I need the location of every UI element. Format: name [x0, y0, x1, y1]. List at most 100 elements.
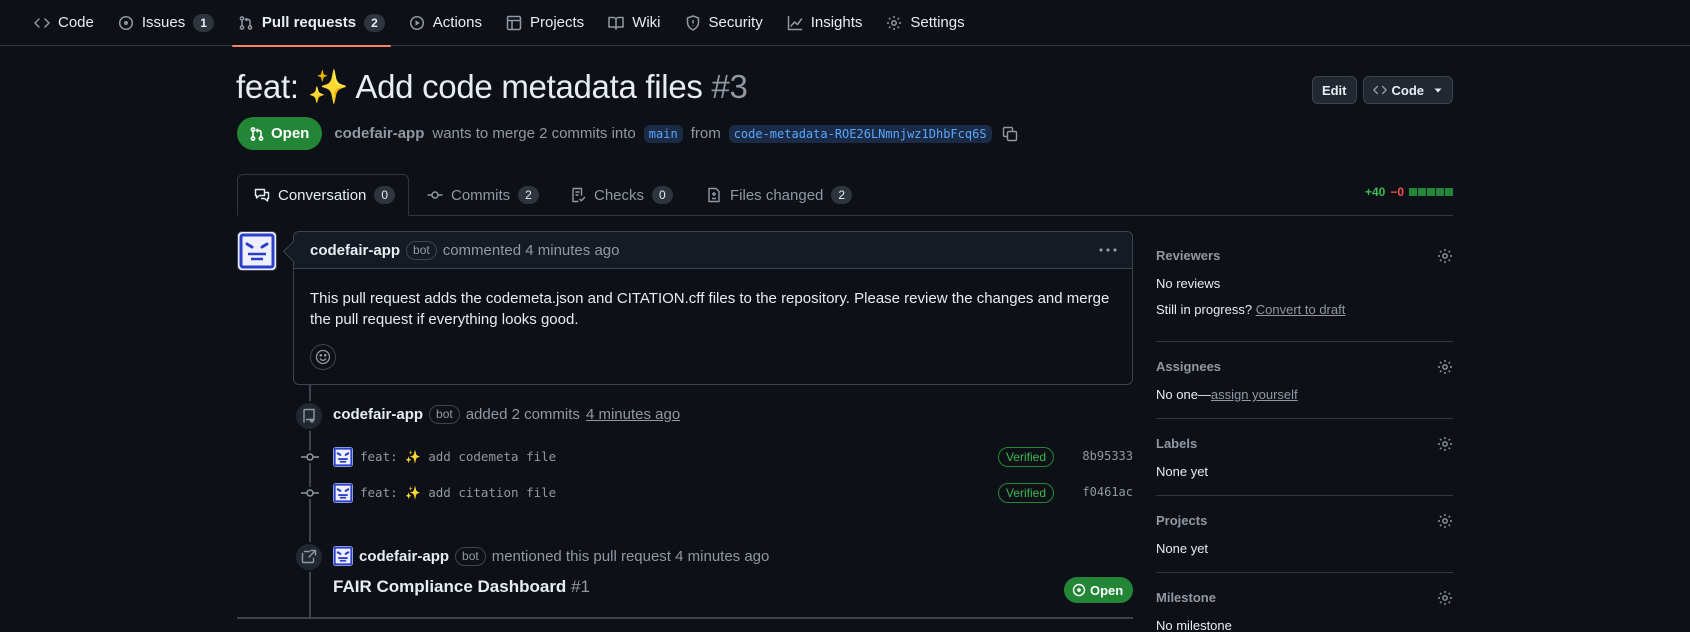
gear-icon[interactable] — [1437, 590, 1453, 606]
comment-action[interactable]: commented 4 minutes ago — [443, 242, 620, 259]
file-diff-icon — [706, 187, 722, 203]
avatar[interactable] — [333, 546, 353, 566]
checklist-icon — [570, 187, 586, 203]
bot-badge: bot — [406, 240, 437, 260]
nav-projects[interactable]: Projects — [494, 0, 596, 46]
nav-code-label: Code — [58, 14, 94, 31]
tab-checks-count: 0 — [652, 186, 673, 204]
comment-header: codefair-app bot commented 4 minutes ago — [294, 232, 1132, 269]
kebab-horizontal-icon[interactable] — [1098, 238, 1118, 262]
sidebar-reviewers-heading[interactable]: Reviewers — [1156, 246, 1453, 266]
git-pull-request-icon — [238, 15, 254, 31]
commit-sha[interactable]: 8b95333 — [1082, 449, 1133, 463]
nav-actions[interactable]: Actions — [397, 0, 494, 46]
shield-icon — [685, 14, 701, 31]
tab-files-changed-label: Files changed — [730, 186, 824, 204]
timeline-divider — [237, 617, 1133, 619]
avatar[interactable] — [333, 483, 353, 503]
pr-title-text: feat: ✨ Add code metadata files — [236, 68, 703, 105]
nav-pull-requests[interactable]: Pull requests 2 — [226, 0, 397, 47]
diffstat-block — [1418, 188, 1426, 196]
issue-opened-icon — [1072, 583, 1086, 597]
code-button[interactable]: Code — [1362, 76, 1453, 104]
avatar[interactable] — [333, 447, 353, 467]
sidebar-milestone-value: No milestone — [1156, 618, 1232, 632]
sidebar-draft-row: Still in progress? Convert to draft — [1156, 301, 1453, 318]
referenced-issue-title[interactable]: FAIR Compliance Dashboard #1 — [333, 577, 590, 597]
sidebar-milestone-heading[interactable]: Milestone — [1156, 588, 1453, 608]
nav-issues[interactable]: Issues 1 — [106, 0, 226, 46]
tab-checks[interactable]: Checks 0 — [570, 174, 673, 216]
tab-conversation[interactable]: Conversation 0 — [237, 174, 409, 216]
tab-files-changed[interactable]: Files changed 2 — [706, 174, 853, 216]
tab-files-changed-count: 2 — [831, 186, 853, 204]
pr-state-row: Open codefair-app wants to merge 2 commi… — [237, 117, 1018, 150]
bot-avatar-icon — [239, 233, 275, 269]
nav-security[interactable]: Security — [673, 0, 775, 46]
convert-to-draft-link[interactable]: Convert to draft — [1256, 302, 1346, 317]
commits-event-time[interactable]: 4 minutes ago — [586, 406, 680, 423]
nav-wiki[interactable]: Wiki — [596, 0, 672, 46]
git-pull-request-icon — [249, 126, 265, 142]
triangle-down-icon — [1433, 85, 1443, 95]
code-button-label: Code — [1391, 82, 1425, 98]
nav-wiki-label: Wiki — [632, 14, 661, 31]
diffstat-additions: +40 — [1364, 185, 1386, 199]
pr-merge-text: wants to merge 2 commits into — [432, 125, 636, 142]
bot-avatar-icon — [333, 447, 353, 467]
bot-avatar-icon — [333, 483, 353, 503]
nav-settings[interactable]: Settings — [874, 0, 976, 46]
bot-badge: bot — [429, 405, 460, 424]
sidebar-reviewers-label: Reviewers — [1156, 248, 1221, 263]
diffstat-block — [1409, 188, 1417, 196]
nav-pull-requests-count: 2 — [364, 13, 385, 32]
nav-code[interactable]: Code — [22, 0, 106, 46]
git-commit-icon — [301, 487, 319, 499]
gear-icon[interactable] — [1437, 248, 1453, 264]
nav-insights[interactable]: Insights — [775, 0, 875, 46]
commit-message[interactable]: feat: ✨ add codemeta file — [360, 449, 556, 465]
gear-icon[interactable] — [1437, 436, 1453, 452]
repo-nav: Code Issues 1 Pull requests 2 Actions Pr… — [0, 0, 1690, 47]
sidebar-labels-heading[interactable]: Labels — [1156, 434, 1453, 454]
comment-author[interactable]: codefair-app — [310, 242, 400, 259]
referenced-issue-state-label: Open — [1090, 582, 1124, 598]
verified-badge[interactable]: Verified — [997, 447, 1054, 467]
gear-icon — [886, 15, 902, 31]
pr-state-badge: Open — [237, 117, 323, 150]
pr-author-link[interactable]: codefair-app — [334, 125, 424, 142]
gear-icon[interactable] — [1437, 359, 1453, 375]
nav-actions-label: Actions — [432, 14, 482, 31]
commits-event-author[interactable]: codefair-app — [333, 406, 423, 423]
sidebar-assignees: Assignees No one—assign yourself — [1156, 357, 1453, 403]
comment-body: This pull request adds the codemeta.json… — [310, 290, 1110, 328]
sidebar-projects-heading[interactable]: Projects — [1156, 511, 1453, 531]
git-commit-icon — [301, 451, 319, 463]
nav-issues-count: 1 — [193, 13, 214, 32]
assign-yourself-link[interactable]: assign yourself — [1211, 387, 1298, 402]
sidebar-reviewers-value: No reviews — [1156, 276, 1221, 291]
commit-message[interactable]: feat: ✨ add citation file — [360, 485, 556, 501]
head-branch[interactable]: code-metadata-ROE26LNmnjwz1DhbFcq6S — [728, 124, 992, 143]
tab-checks-label: Checks — [594, 186, 645, 204]
add-reaction-button[interactable] — [310, 344, 336, 370]
gear-icon[interactable] — [1437, 513, 1453, 529]
sidebar-labels: Labels None yet — [1156, 434, 1453, 480]
commit-sha[interactable]: f0461ac — [1082, 485, 1133, 499]
diffstat-block — [1436, 188, 1444, 196]
bot-badge: bot — [455, 546, 486, 566]
tab-commits[interactable]: Commits 2 — [427, 174, 539, 216]
graph-icon — [787, 15, 803, 31]
sidebar-assignees-heading[interactable]: Assignees — [1156, 357, 1453, 377]
commit-row: feat: ✨ add citation file Verified f0461… — [333, 481, 1133, 505]
base-branch[interactable]: main — [643, 124, 683, 143]
copy-icon[interactable] — [1002, 126, 1018, 142]
verified-badge[interactable]: Verified — [997, 483, 1054, 503]
avatar[interactable] — [237, 231, 277, 271]
sidebar-milestone-label: Milestone — [1156, 590, 1216, 605]
referenced-issue-number: #1 — [571, 577, 590, 596]
sidebar-reviewers: Reviewers No reviews Still in progress? … — [1156, 246, 1453, 318]
mention-event: codefair-app bot mentioned this pull req… — [333, 546, 769, 566]
edit-button[interactable]: Edit — [1311, 76, 1357, 104]
mention-event-author[interactable]: codefair-app — [359, 548, 449, 565]
